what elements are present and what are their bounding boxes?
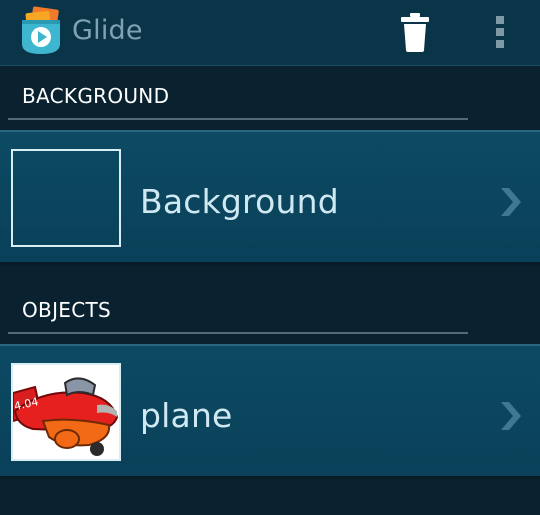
trash-icon[interactable] <box>398 10 432 54</box>
plane-thumbnail: 4.04 <box>11 363 121 461</box>
section-label-background: BACKGROUND <box>22 84 170 108</box>
section-label-objects: OBJECTS <box>22 298 111 322</box>
list-item-label: plane <box>140 396 233 435</box>
section-header-objects: OBJECTS <box>0 282 540 334</box>
section-divider <box>8 118 468 120</box>
app-title: Glide <box>72 15 143 46</box>
divider-shadow <box>0 262 540 268</box>
list-item-label: Background <box>140 182 339 221</box>
glide-app-window: Glide BACKGROUND Background OBJECTS 4.04… <box>0 0 540 515</box>
chevron-right-icon <box>501 402 521 430</box>
section-divider <box>8 332 468 334</box>
list-item-plane[interactable]: 4.04 plane <box>0 344 540 476</box>
chevron-right-icon <box>501 188 521 216</box>
action-bar: Glide <box>0 0 540 66</box>
divider-shadow <box>0 476 540 482</box>
section-header-background: BACKGROUND <box>0 68 540 120</box>
empty-thumbnail <box>11 149 121 247</box>
plane-sprite-image: 4.04 <box>13 365 119 459</box>
overflow-menu-icon[interactable] <box>486 12 514 52</box>
glide-app-icon[interactable] <box>18 6 64 56</box>
list-item-background[interactable]: Background <box>0 130 540 262</box>
